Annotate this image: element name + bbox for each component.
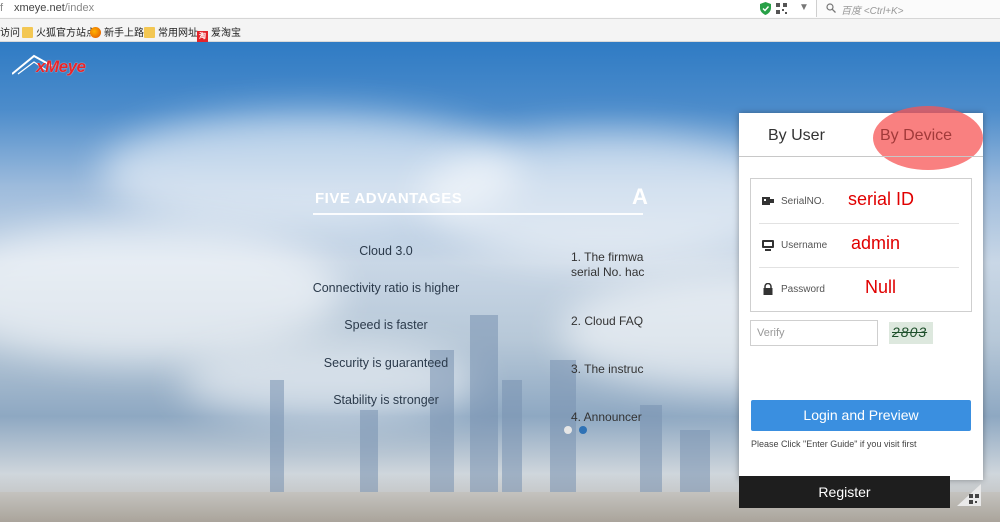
bookmark-item[interactable]: 常用网址	[144, 24, 198, 39]
shield-icon[interactable]	[760, 2, 771, 15]
verify-placeholder: Verify	[757, 327, 785, 339]
url-field[interactable]: f xmeye.net/index	[0, 0, 817, 17]
serial-field[interactable]: SerialNO. serial ID	[751, 179, 971, 223]
tab-by-user[interactable]: By User	[768, 127, 825, 145]
user-icon	[762, 240, 774, 251]
username-annotation: admin	[851, 233, 901, 253]
logo-text: xMeye	[36, 57, 86, 76]
serial-icon	[762, 197, 774, 205]
taobao-icon: 淘	[197, 31, 208, 42]
bookmarks-bar: 访问 火狐官方站点 新手上路 常用网址 淘爱淘宝	[0, 19, 1000, 42]
advantage-item: Speed is faster	[344, 318, 428, 332]
announcement-item[interactable]: 2. Cloud FAQ	[571, 314, 643, 329]
tab-by-device[interactable]: By Device	[880, 127, 952, 145]
register-button[interactable]: Register	[739, 476, 950, 508]
announcement-item[interactable]: 4. Announcer	[571, 410, 642, 425]
carousel-dot[interactable]	[564, 426, 572, 434]
search-field[interactable]: 百度 <Ctrl+K>	[820, 0, 1000, 17]
device-login-form: SerialNO. serial ID Username admin Passw…	[750, 178, 972, 312]
firefox-icon	[90, 27, 101, 38]
url-prefix: f	[0, 2, 4, 14]
captcha-image[interactable]: 2803	[889, 322, 933, 344]
serial-annotation: serial ID	[848, 189, 915, 209]
dropdown-arrow-icon[interactable]: ▼	[799, 2, 809, 13]
bookmark-item[interactable]: 新手上路	[90, 24, 144, 39]
password-annotation: Null	[865, 277, 897, 297]
url-text: xmeye.net/index	[14, 2, 95, 14]
password-label: Password	[781, 284, 825, 295]
advantage-item: Security is guaranteed	[323, 356, 449, 370]
carousel-dot-active[interactable]	[579, 426, 587, 434]
username-label: Username	[781, 240, 828, 251]
search-placeholder: 百度 <Ctrl+K>	[841, 6, 904, 17]
folder-icon	[22, 27, 33, 38]
divider	[739, 156, 983, 157]
announcement-item[interactable]: 3. The instruc	[571, 362, 643, 377]
verify-input[interactable]: Verify	[750, 320, 878, 346]
bookmark-item[interactable]: 火狐官方站点	[22, 24, 96, 39]
qr-code-icon[interactable]	[957, 484, 981, 506]
bookmark-item[interactable]: 访问	[0, 24, 20, 39]
folder-icon	[144, 27, 155, 38]
advantages-title: FIVE ADVANTAGES	[315, 190, 463, 207]
captcha-text: 2803	[892, 324, 928, 340]
advantage-item: Stability is stronger	[333, 393, 439, 407]
announcements-title: A	[632, 184, 648, 209]
advantage-item: Cloud 3.0	[359, 244, 413, 258]
announcement-item[interactable]: 1. The firmwa	[571, 250, 643, 265]
password-field[interactable]: Password Null	[751, 267, 971, 311]
qr-code-icon[interactable]	[776, 3, 787, 14]
lock-icon	[763, 283, 773, 295]
serial-label: SerialNO.	[781, 196, 825, 207]
login-panel: By User By Device SerialNO. serial ID Us…	[739, 106, 983, 508]
login-and-preview-button[interactable]: Login and Preview	[751, 400, 971, 431]
enter-guide-hint: Please Click "Enter Guide" if you visit …	[751, 439, 917, 449]
divider	[313, 213, 643, 215]
advantage-item: Connectivity ratio is higher	[312, 281, 460, 295]
announcement-item[interactable]: serial No. hac	[571, 265, 644, 280]
username-field[interactable]: Username admin	[751, 223, 971, 267]
browser-address-bar: f xmeye.net/index ▼ 百度 <Ctrl+K>	[0, 0, 1000, 19]
search-icon	[826, 3, 836, 13]
bookmark-item[interactable]: 淘爱淘宝	[197, 24, 241, 42]
